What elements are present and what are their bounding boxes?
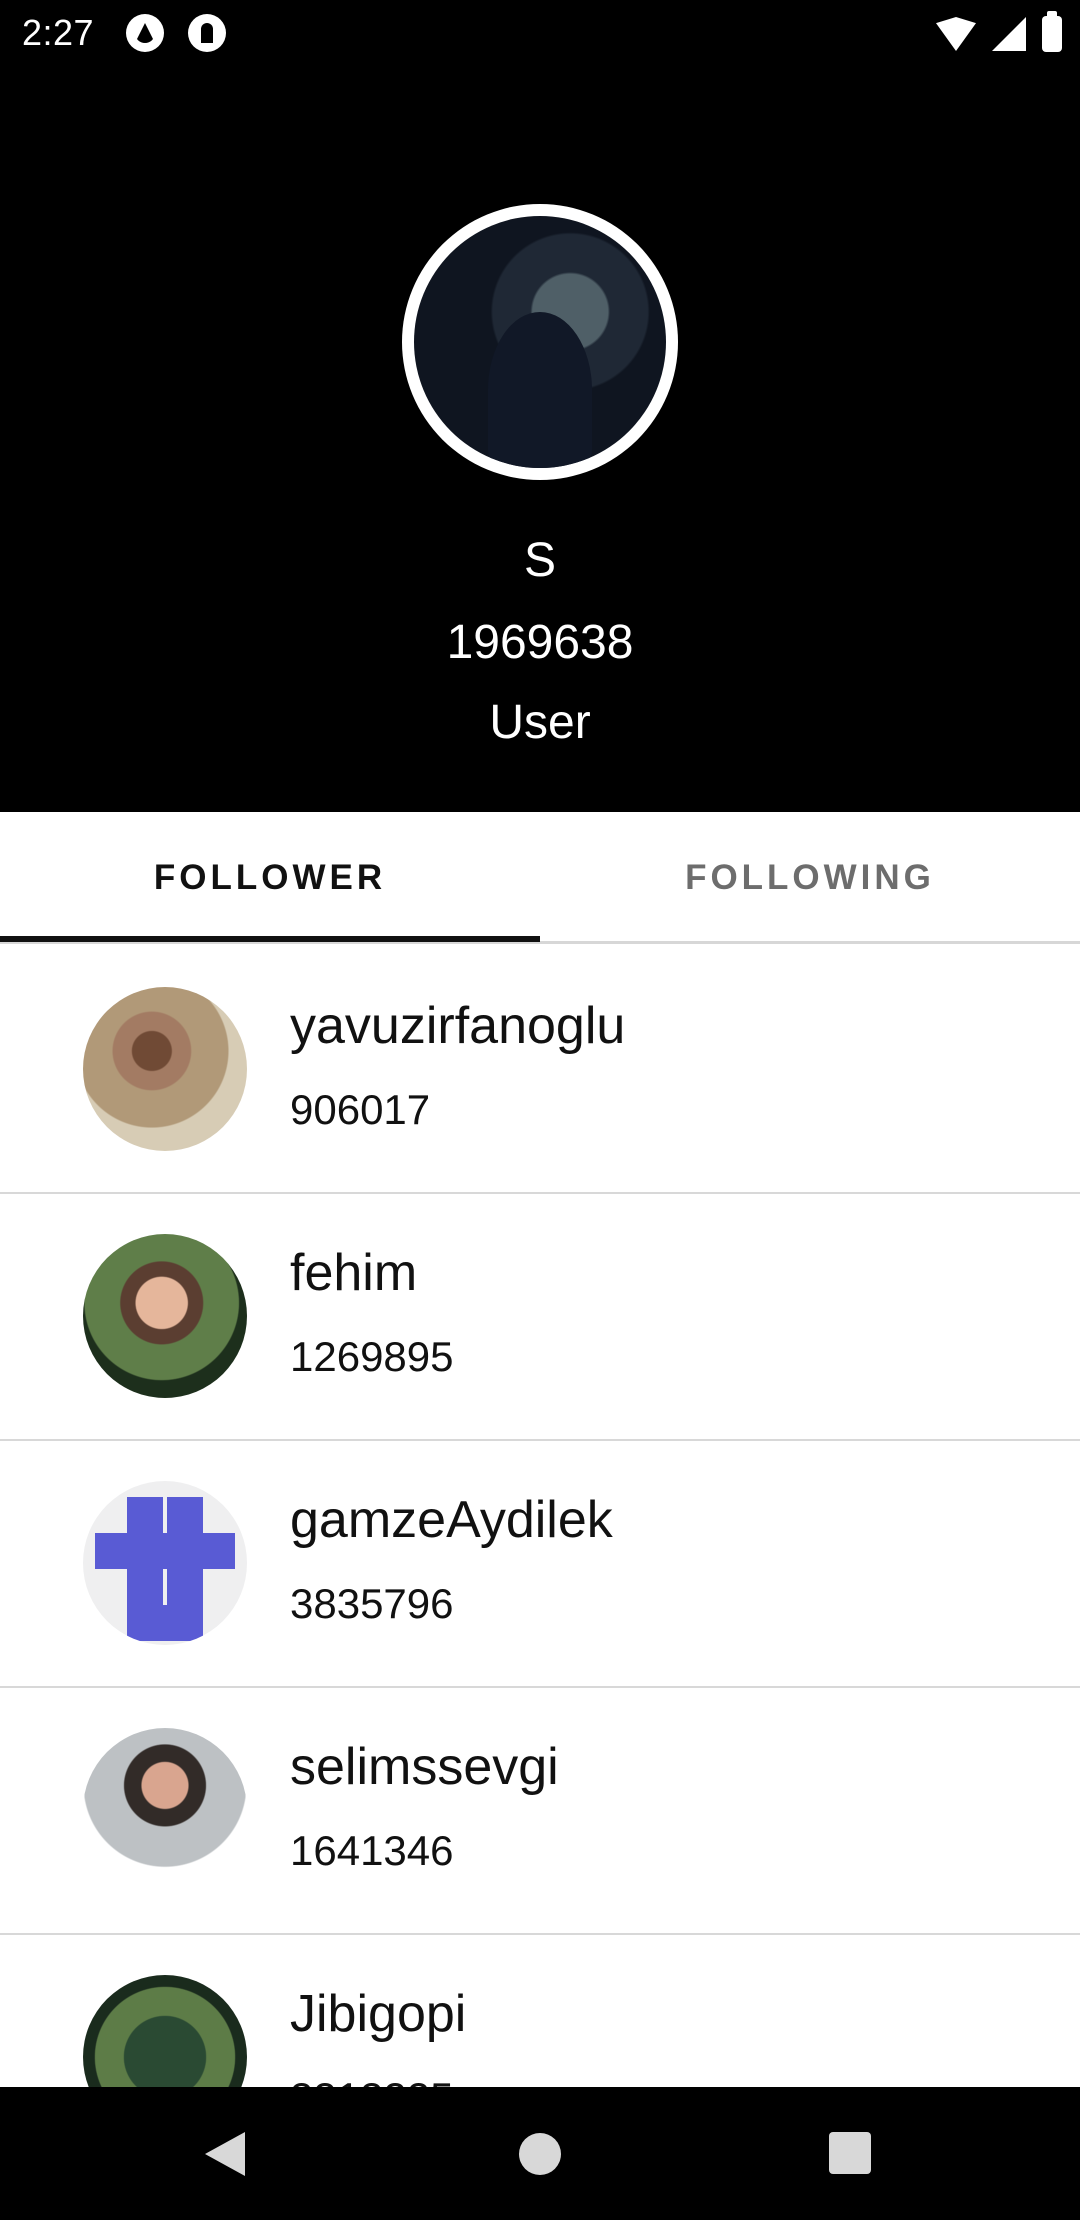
- follower-list-item[interactable]: selimssevgi 1641346: [0, 1688, 1080, 1935]
- user-avatar: [83, 1728, 247, 1892]
- user-id: 3313225: [290, 2073, 454, 2087]
- recent-apps-icon[interactable]: [829, 2132, 871, 2174]
- follower-list-item[interactable]: Jibigopi 3313225: [0, 1935, 1080, 2087]
- tab-following[interactable]: FOLLOWING: [540, 812, 1080, 944]
- user-id: 1641346: [290, 1827, 454, 1874]
- android-navigation-bar: [0, 2087, 1080, 2220]
- tab-follower[interactable]: FOLLOWER: [0, 812, 540, 944]
- status-bar: 2:27: [0, 0, 1080, 64]
- status-app-icon: [126, 14, 164, 52]
- follower-list-item[interactable]: gamzeAydilek 3835796: [0, 1441, 1080, 1688]
- user-id: 1269895: [290, 1333, 454, 1380]
- profile-header: S 1969638 User: [0, 64, 1080, 812]
- user-avatar: [83, 987, 247, 1151]
- selected-tab-indicator: [0, 936, 540, 942]
- user-username: fehim: [290, 1244, 418, 1302]
- signal-icon: [992, 17, 1026, 51]
- status-indicators: [936, 11, 1062, 54]
- profile-type: User: [489, 696, 591, 749]
- identicon-avatar: [83, 1481, 247, 1645]
- status-app-icon-2: [188, 14, 226, 52]
- user-avatar: [83, 1234, 247, 1398]
- user-id: 906017: [290, 1086, 431, 1133]
- profile-avatar-ring: [402, 204, 678, 480]
- follower-list-item[interactable]: fehim 1269895: [0, 1194, 1080, 1441]
- user-avatar: [83, 1975, 247, 2087]
- profile-avatar: [414, 216, 666, 468]
- user-id: 3835796: [290, 1580, 454, 1627]
- battery-icon: [1042, 11, 1062, 52]
- back-icon[interactable]: [205, 2132, 245, 2176]
- profile-id: 1969638: [446, 616, 634, 669]
- user-username: Jibigopi: [290, 1985, 467, 2043]
- home-icon[interactable]: [519, 2133, 561, 2175]
- follower-list-item[interactable]: yavuzirfanoglu 906017: [0, 947, 1080, 1194]
- user-username: gamzeAydilek: [290, 1491, 613, 1549]
- follow-tabs: FOLLOWER FOLLOWING: [0, 812, 1080, 944]
- follower-list[interactable]: yavuzirfanoglu 906017 fehim 1269895 gamz…: [0, 947, 1080, 2087]
- profile-name: S: [523, 534, 556, 587]
- status-time: 2:27: [22, 12, 95, 53]
- identicon-icon: [95, 1493, 235, 1641]
- user-username: selimssevgi: [290, 1738, 559, 1796]
- user-username: yavuzirfanoglu: [290, 997, 626, 1055]
- wifi-icon: [936, 17, 976, 51]
